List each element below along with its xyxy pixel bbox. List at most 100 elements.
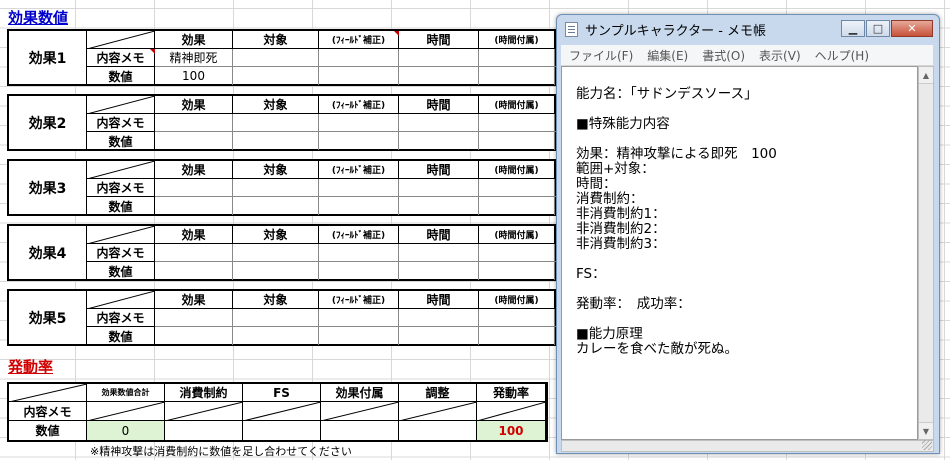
memo-cell[interactable] [155, 114, 233, 132]
value-cell[interactable] [155, 327, 233, 345]
memo-cell[interactable] [155, 309, 233, 327]
column-header: 効果 [155, 96, 233, 114]
value-cell[interactable] [155, 262, 233, 280]
diagonal-line [88, 291, 154, 308]
rate-value-cell[interactable]: 100 [477, 421, 546, 440]
rate-memo-cell[interactable] [477, 402, 546, 421]
value-cell[interactable] [319, 132, 399, 150]
notepad-icon [565, 21, 578, 37]
scroll-down-icon[interactable]: ▼ [919, 422, 933, 439]
column-header: (ﾌｨｰﾙﾄﾞ補正) [319, 226, 399, 244]
memo-cell[interactable] [319, 49, 399, 67]
memo-cell[interactable] [399, 309, 479, 327]
memo-cell[interactable] [155, 179, 233, 197]
menu-file[interactable]: ファイル(F) [569, 47, 633, 64]
memo-cell[interactable] [399, 114, 479, 132]
diagonal-line [400, 402, 476, 420]
minimize-button[interactable]: ▁ [841, 20, 865, 37]
rate-memo-cell[interactable] [243, 402, 321, 421]
value-cell[interactable]: 100 [155, 67, 233, 85]
value-cell[interactable] [399, 197, 479, 215]
memo-cell[interactable] [233, 179, 319, 197]
memo-cell[interactable] [319, 114, 399, 132]
notepad-window[interactable]: サンプルキャラクター - メモ帳 ▁ □ ✕ ファイル(F) 編集(E) 書式(… [556, 14, 940, 454]
rate-value-cell[interactable] [321, 421, 399, 440]
notepad-titlebar[interactable]: サンプルキャラクター - メモ帳 ▁ □ ✕ [557, 15, 939, 43]
memo-cell[interactable] [233, 244, 319, 262]
diagonal-header-cell [87, 161, 155, 179]
value-cell[interactable] [233, 67, 319, 85]
value-cell[interactable] [479, 197, 555, 215]
value-cell[interactable] [319, 197, 399, 215]
column-header: 対象 [233, 226, 319, 244]
column-header: 対象 [233, 161, 319, 179]
value-cell[interactable] [319, 327, 399, 345]
text-line: 効果：精神攻撃による即死 100 [576, 146, 777, 162]
horizontal-scrollbar[interactable] [561, 440, 934, 452]
diagonal-line [88, 402, 164, 420]
rate-memo-cell[interactable] [321, 402, 399, 421]
memo-row-label: 内容メモ [87, 49, 155, 67]
memo-cell[interactable]: 精神即死 [155, 49, 233, 67]
value-cell[interactable] [155, 197, 233, 215]
value-cell[interactable] [319, 262, 399, 280]
value-cell[interactable] [399, 327, 479, 345]
effect-block: 効果5内容メモ数値効果対象(ﾌｨｰﾙﾄﾞ補正)時間(時間付属)表 [7, 289, 559, 346]
rate-memo-cell[interactable] [399, 402, 477, 421]
memo-cell[interactable] [233, 49, 319, 67]
menu-format[interactable]: 書式(O) [702, 47, 745, 64]
column-header: (ﾌｨｰﾙﾄﾞ補正) [319, 96, 399, 114]
rate-memo-cell[interactable] [87, 402, 165, 421]
value-cell[interactable] [399, 67, 479, 85]
rate-memo-cell[interactable] [165, 402, 243, 421]
memo-row-label: 内容メモ [87, 244, 155, 262]
value-cell[interactable] [479, 67, 555, 85]
value-cell[interactable] [399, 132, 479, 150]
value-cell[interactable] [479, 262, 555, 280]
memo-cell[interactable] [399, 244, 479, 262]
value-cell[interactable] [233, 132, 319, 150]
memo-cell[interactable] [399, 49, 479, 67]
menu-view[interactable]: 表示(V) [759, 47, 801, 64]
memo-cell[interactable] [479, 114, 555, 132]
text-line: ■特殊能力内容 [576, 116, 670, 132]
value-cell[interactable] [233, 327, 319, 345]
value-cell[interactable] [479, 132, 555, 150]
memo-cell[interactable] [479, 179, 555, 197]
vertical-scrollbar[interactable]: ▲ ▼ [918, 66, 934, 440]
column-header: 時間 [399, 96, 479, 114]
value-cell[interactable] [479, 327, 555, 345]
memo-cell[interactable] [319, 309, 399, 327]
text-line: 消費制約： [576, 191, 644, 207]
memo-cell[interactable] [233, 114, 319, 132]
notepad-text-area[interactable]: 能力名：「サドンデスソース」 ■特殊能力内容 効果：精神攻撃による即死 100 範囲+… [561, 66, 918, 440]
memo-cell[interactable] [479, 49, 555, 67]
close-button[interactable]: ✕ [891, 20, 933, 37]
memo-cell[interactable] [479, 309, 555, 327]
rate-table: 内容メモ 数値 効果数値合計 0 消費制約 FS 効果付属 調整 発動率 100 [7, 382, 548, 442]
menu-help[interactable]: ヘルプ(H) [815, 47, 869, 64]
memo-cell[interactable] [479, 244, 555, 262]
rate-value-cell[interactable] [399, 421, 477, 440]
memo-cell[interactable] [399, 179, 479, 197]
maximize-button[interactable]: □ [866, 20, 890, 37]
value-cell[interactable] [155, 132, 233, 150]
rate-value-cell[interactable] [165, 421, 243, 440]
value-cell[interactable] [319, 67, 399, 85]
memo-cell[interactable] [319, 179, 399, 197]
rate-value-cell[interactable]: 0 [87, 421, 165, 440]
memo-row-label: 内容メモ [87, 179, 155, 197]
value-cell[interactable] [399, 262, 479, 280]
value-cell[interactable] [233, 197, 319, 215]
memo-cell[interactable] [319, 244, 399, 262]
memo-cell[interactable] [155, 244, 233, 262]
menu-edit[interactable]: 編集(E) [647, 47, 688, 64]
scroll-up-icon[interactable]: ▲ [919, 67, 933, 84]
value-cell[interactable] [233, 262, 319, 280]
column-header: 時間 [399, 31, 479, 49]
rate-value-cell[interactable] [243, 421, 321, 440]
column-header: 対象 [233, 96, 319, 114]
memo-cell[interactable] [233, 309, 319, 327]
resize-grip-icon[interactable] [922, 440, 932, 450]
column-header: (ﾌｨｰﾙﾄﾞ補正) [319, 291, 399, 309]
